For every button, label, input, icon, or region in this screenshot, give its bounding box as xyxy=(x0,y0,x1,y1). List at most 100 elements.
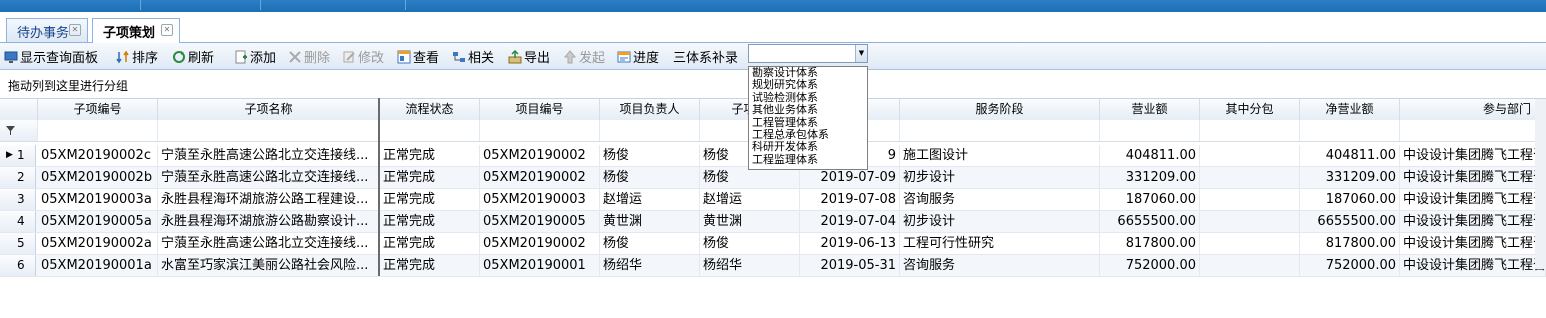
cell-sub-lead[interactable]: 杨俊 xyxy=(700,233,800,254)
cell-net[interactable]: 187060.00 xyxy=(1300,189,1400,210)
cell-revenue[interactable]: 6655500.00 xyxy=(1100,211,1200,232)
filter-cell[interactable] xyxy=(900,120,1100,141)
filter-cell[interactable] xyxy=(38,120,158,141)
launch-button[interactable]: 发起 xyxy=(563,47,605,66)
cell-sub-id[interactable]: 05XM20190001a xyxy=(38,255,158,276)
cell-pm[interactable]: 杨俊 xyxy=(600,233,700,254)
table-row[interactable]: 5 05XM20190002a 宁蒗至永胜高速公路北立交连接线... 正常完成 05XM… xyxy=(0,233,1546,255)
cell-proj-id[interactable]: 05XM20190002 xyxy=(480,233,600,254)
cell-sub[interactable] xyxy=(1200,189,1300,210)
cell-name[interactable]: 宁蒗至永胜高速公路北立交连接线... xyxy=(158,167,380,188)
cell-proj-id[interactable]: 05XM20190005 xyxy=(480,211,600,232)
view-button[interactable]: 查看 xyxy=(397,47,439,66)
cell-name[interactable]: 宁蒗至永胜高速公路北立交连接线... xyxy=(158,145,380,166)
cell-revenue[interactable]: 331209.00 xyxy=(1100,167,1200,188)
cell-sub-id[interactable]: 05XM20190002b xyxy=(38,167,158,188)
cell-stage[interactable]: 咨询服务 xyxy=(900,189,1100,210)
cell-revenue[interactable]: 187060.00 xyxy=(1100,189,1200,210)
show-query-panel-button[interactable]: 显示查询面板 xyxy=(4,47,98,66)
tab-pending-tasks[interactable]: 待办事务 ✕ xyxy=(6,18,88,42)
col-header-net-revenue[interactable]: 净营业额 xyxy=(1300,99,1400,120)
filter-cell[interactable] xyxy=(1100,120,1200,141)
cell-status[interactable]: 正常完成 xyxy=(380,255,480,276)
cell-pm[interactable]: 赵增运 xyxy=(600,189,700,210)
filter-cell[interactable] xyxy=(480,120,600,141)
cell-pm[interactable]: 黄世渊 xyxy=(600,211,700,232)
cell-status[interactable]: 正常完成 xyxy=(380,233,480,254)
filter-icon[interactable] xyxy=(6,126,15,135)
cell-name[interactable]: 永胜县程海环湖旅游公路勘察设计... xyxy=(158,211,380,232)
cell-sub-lead[interactable]: 赵增运 xyxy=(700,189,800,210)
cell-net[interactable]: 752000.00 xyxy=(1300,255,1400,276)
chevron-down-icon[interactable]: ▼ xyxy=(855,45,867,62)
cell-dept[interactable]: 中设设计集团腾飞工程咨 xyxy=(1400,189,1546,210)
dropdown-option[interactable]: 工程管理体系 xyxy=(752,117,818,128)
related-button[interactable]: 相关 xyxy=(452,47,494,66)
filter-cell[interactable] xyxy=(1200,120,1300,141)
cell-date[interactable]: 2019-06-13 xyxy=(800,233,900,254)
dropdown-option[interactable]: 规划研究体系 xyxy=(752,79,818,90)
table-row[interactable]: 4 05XM20190005a 永胜县程海环湖旅游公路勘察设计... 正常完成 05XM… xyxy=(0,211,1546,233)
col-header-sub-id[interactable]: 子项编号 xyxy=(38,99,158,120)
close-icon[interactable]: ✕ xyxy=(161,24,173,36)
cell-revenue[interactable]: 752000.00 xyxy=(1100,255,1200,276)
cell-sub-id[interactable]: 05XM20190002c xyxy=(38,145,158,166)
add-button[interactable]: 添加 xyxy=(234,47,276,66)
dropdown-option[interactable]: 工程总承包体系 xyxy=(752,129,829,140)
cell-sub-lead[interactable]: 黄世渊 xyxy=(700,211,800,232)
cell-stage[interactable]: 施工图设计 xyxy=(900,145,1100,166)
cell-date[interactable]: 2019-07-04 xyxy=(800,211,900,232)
cell-status[interactable]: 正常完成 xyxy=(380,167,480,188)
row-header[interactable]: 6 xyxy=(0,255,36,276)
cell-pm[interactable]: 杨绍华 xyxy=(600,255,700,276)
cell-revenue[interactable]: 817800.00 xyxy=(1100,233,1200,254)
col-header-project-lead[interactable]: 项目负责人 xyxy=(600,99,700,120)
filter-cell[interactable] xyxy=(380,120,480,141)
cell-date[interactable]: 2019-07-09 xyxy=(800,167,900,188)
filter-cell[interactable] xyxy=(1400,120,1546,141)
col-header-status[interactable]: 流程状态 xyxy=(380,99,480,120)
dropdown-option[interactable]: 科研开发体系 xyxy=(752,141,818,152)
cell-pm[interactable]: 杨俊 xyxy=(600,167,700,188)
cell-sub[interactable] xyxy=(1200,167,1300,188)
cell-name[interactable]: 宁蒗至永胜高速公路北立交连接线... xyxy=(158,233,380,254)
cell-revenue[interactable]: 404811.00 xyxy=(1100,145,1200,166)
cell-name[interactable]: 永胜县程海环湖旅游公路工程建设... xyxy=(158,189,380,210)
cell-pm[interactable]: 杨俊 xyxy=(600,145,700,166)
row-header[interactable]: 2 xyxy=(0,167,36,188)
filter-cell[interactable] xyxy=(600,120,700,141)
cell-date[interactable]: 2019-07-08 xyxy=(800,189,900,210)
cell-proj-id[interactable]: 05XM20190002 xyxy=(480,167,600,188)
cell-status[interactable]: 正常完成 xyxy=(380,211,480,232)
row-header[interactable]: 4 xyxy=(0,211,36,232)
system-combo-box[interactable]: ▼ xyxy=(748,44,868,63)
sort-button[interactable]: 排序 xyxy=(116,47,158,66)
cell-date[interactable]: 2019-05-31 xyxy=(800,255,900,276)
cell-stage[interactable]: 初步设计 xyxy=(900,211,1100,232)
filter-cell[interactable] xyxy=(158,120,380,141)
cell-dept[interactable]: 中设设计集团腾飞工程咨 xyxy=(1400,255,1546,276)
cell-stage[interactable]: 咨询服务 xyxy=(900,255,1100,276)
cell-net[interactable]: 331209.00 xyxy=(1300,167,1400,188)
cell-sub-id[interactable]: 05XM20190005a xyxy=(38,211,158,232)
col-header-stage[interactable]: 服务阶段 xyxy=(900,99,1100,120)
cell-stage[interactable]: 初步设计 xyxy=(900,167,1100,188)
progress-button[interactable]: 进度 xyxy=(617,47,659,66)
table-row[interactable]: 2 05XM20190002b 宁蒗至永胜高速公路北立交连接线... 正常完成 05XM… xyxy=(0,167,1546,189)
cell-dept[interactable]: 中设设计集团腾飞工程咨 xyxy=(1400,211,1546,232)
filter-cell[interactable] xyxy=(1300,120,1400,141)
dropdown-option[interactable]: 勘察设计体系 xyxy=(752,67,818,78)
cell-dept[interactable]: 中设设计集团腾飞工程咨 xyxy=(1400,145,1546,166)
cell-dept[interactable]: 中设设计集团腾飞工程咨 xyxy=(1400,167,1546,188)
close-icon[interactable]: ✕ xyxy=(69,24,81,36)
export-button[interactable]: 导出 xyxy=(508,47,550,66)
table-row[interactable]: 6 05XM20190001a 水富至巧家滨江美丽公路社会风险... 正常完成 05XM… xyxy=(0,255,1546,277)
dropdown-option[interactable]: 试验检测体系 xyxy=(752,92,818,103)
delete-button[interactable]: 删除 xyxy=(288,47,330,66)
cell-net[interactable]: 6655500.00 xyxy=(1300,211,1400,232)
cell-net[interactable]: 404811.00 xyxy=(1300,145,1400,166)
cell-status[interactable]: 正常完成 xyxy=(380,189,480,210)
row-header[interactable]: 3 xyxy=(0,189,36,210)
dropdown-option[interactable]: 其他业务体系 xyxy=(752,104,818,115)
cell-sub-lead[interactable]: 杨俊 xyxy=(700,167,800,188)
